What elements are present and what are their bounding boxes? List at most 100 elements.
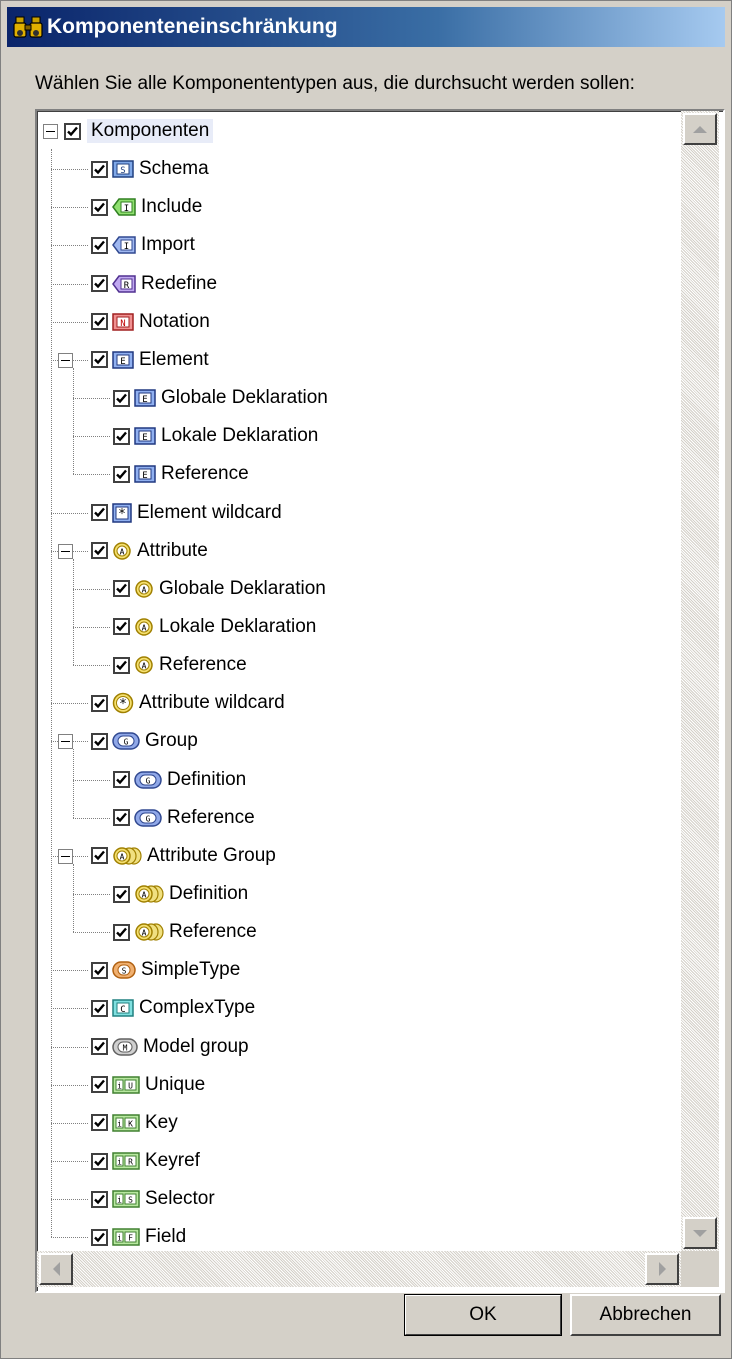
tree-item-include[interactable]: I Include [91, 189, 202, 225]
checkbox[interactable] [91, 1038, 108, 1056]
checkbox[interactable] [91, 504, 108, 521]
tree-item-element[interactable]: E Element [91, 342, 209, 378]
tree-item-attribute[interactable]: A Attribute [91, 533, 208, 569]
checkbox[interactable] [91, 313, 108, 331]
checkbox[interactable] [113, 771, 130, 789]
tree-item-model-group[interactable]: M Model group [91, 1029, 249, 1065]
tree-item-keyref[interactable]: i R Keyref [91, 1143, 200, 1179]
tree-item-definition[interactable]: G Definition [113, 762, 246, 798]
tree-connector [51, 245, 88, 247]
checkbox[interactable] [91, 275, 108, 293]
element-icon: E [134, 427, 156, 445]
tree-item-complextype[interactable]: C ComplexType [91, 990, 255, 1026]
arrow-right-icon [658, 1262, 666, 1276]
svg-text:S: S [128, 1196, 133, 1205]
scroll-left-button[interactable] [39, 1253, 73, 1285]
scroll-up-button[interactable] [683, 113, 717, 145]
attribute-group-icon: A [134, 923, 164, 941]
component-tree[interactable]: Komponenten S Schema I Include I Import R Redefi… [37, 111, 681, 1251]
tree-item-globale-deklaration[interactable]: E Globale Deklaration [113, 380, 328, 416]
collapse-toggle-icon[interactable] [58, 734, 73, 750]
component-tree-panel[interactable]: Komponenten S Schema I Include I Import R Redefi… [35, 109, 725, 1293]
tree-item-simpletype[interactable]: S SimpleType [91, 952, 240, 988]
tree-item-label: Model group [143, 1035, 249, 1057]
tree-item-element-wildcard[interactable]: * Element wildcard [91, 495, 282, 531]
group-icon: G [134, 808, 162, 827]
checkbox[interactable] [91, 694, 108, 712]
checkbox[interactable] [91, 1114, 108, 1132]
checkbox[interactable] [113, 656, 130, 674]
checkbox[interactable] [113, 923, 130, 941]
tree-connector [73, 894, 110, 895]
tree-item-globale-deklaration[interactable]: A Globale Deklaration [113, 571, 326, 607]
checkbox[interactable] [91, 198, 108, 216]
checkbox[interactable] [91, 1228, 108, 1246]
checkbox[interactable] [91, 542, 108, 560]
tree-connector [51, 550, 58, 552]
cancel-button[interactable]: Abbrechen [570, 1294, 721, 1336]
checkbox[interactable] [113, 427, 130, 445]
tree-connector [51, 512, 88, 514]
tree-connector [73, 558, 74, 666]
tree-connector [73, 855, 88, 857]
root-checkbox[interactable] [64, 122, 81, 140]
tree-item-group[interactable]: G Group [91, 723, 198, 759]
tree-item-lokale-deklaration[interactable]: E Lokale Deklaration [113, 418, 318, 454]
tree-item-import[interactable]: I Import [91, 227, 195, 263]
tree-connector [51, 703, 88, 705]
ok-button[interactable]: OK [404, 1294, 562, 1336]
checkbox[interactable] [91, 160, 108, 178]
checkbox[interactable] [91, 961, 108, 979]
tree-item-reference[interactable]: E Reference [113, 456, 249, 492]
tree-item-selector[interactable]: i S Selector [91, 1181, 215, 1217]
tree-item-label: Element [139, 348, 209, 370]
collapse-toggle-icon[interactable] [58, 848, 73, 864]
tree-root-row[interactable]: Komponenten [43, 113, 214, 149]
tree-item-lokale-deklaration[interactable]: A Lokale Deklaration [113, 609, 316, 645]
tree-item-label: Redefine [141, 272, 218, 294]
checkbox[interactable] [91, 847, 108, 865]
tree-item-reference[interactable]: G Reference [113, 800, 255, 836]
svg-text:N: N [120, 319, 125, 329]
tree-connector [73, 474, 110, 476]
checkbox[interactable] [91, 732, 108, 750]
checkbox[interactable] [91, 1076, 108, 1094]
collapse-toggle-icon[interactable] [43, 123, 58, 139]
tree-item-label: Definition [169, 883, 249, 904]
checkbox[interactable] [113, 580, 130, 598]
svg-text:E: E [142, 433, 147, 443]
checkbox[interactable] [91, 1190, 108, 1208]
scroll-right-button[interactable] [645, 1253, 679, 1285]
checkbox[interactable] [91, 999, 108, 1017]
collapse-toggle-icon[interactable] [58, 543, 73, 559]
tree-item-definition[interactable]: A Definition [113, 876, 248, 912]
tree-item-attribute-wildcard[interactable]: * Attribute wildcard [91, 685, 285, 721]
tree-item-schema[interactable]: S Schema [91, 151, 209, 187]
horizontal-scrollbar[interactable] [37, 1251, 681, 1287]
checkbox[interactable] [113, 465, 130, 483]
tree-item-label: Reference [161, 463, 249, 485]
checkbox[interactable] [113, 885, 130, 903]
vertical-scrollbar[interactable] [681, 111, 719, 1251]
tree-item-reference[interactable]: A Reference [113, 647, 247, 683]
checkbox[interactable] [113, 618, 130, 636]
checkbox[interactable] [91, 236, 108, 254]
tree-item-attribute-group[interactable]: A Attribute Group [91, 838, 276, 874]
svg-text:*: * [120, 697, 127, 712]
tree-item-reference[interactable]: A Reference [113, 914, 257, 950]
checkbox[interactable] [113, 809, 130, 827]
tree-item-redefine[interactable]: R Redefine [91, 266, 217, 302]
tree-item-notation[interactable]: N Notation [91, 304, 210, 340]
collapse-toggle-icon[interactable] [58, 352, 73, 368]
tree-item-unique[interactable]: i U Unique [91, 1067, 205, 1103]
tree-connector [51, 1008, 88, 1010]
checkbox[interactable] [91, 1152, 108, 1170]
tree-item-field[interactable]: i F Field [91, 1219, 186, 1255]
checkbox[interactable] [113, 389, 130, 407]
scroll-down-button[interactable] [683, 1217, 717, 1249]
title-bar: Komponenteneinschränkung [7, 7, 725, 47]
arrow-left-icon [52, 1262, 60, 1276]
tree-item-key[interactable]: i K Key [91, 1105, 178, 1141]
checkbox[interactable] [91, 351, 108, 369]
tree-item-label: SimpleType [141, 959, 241, 981]
